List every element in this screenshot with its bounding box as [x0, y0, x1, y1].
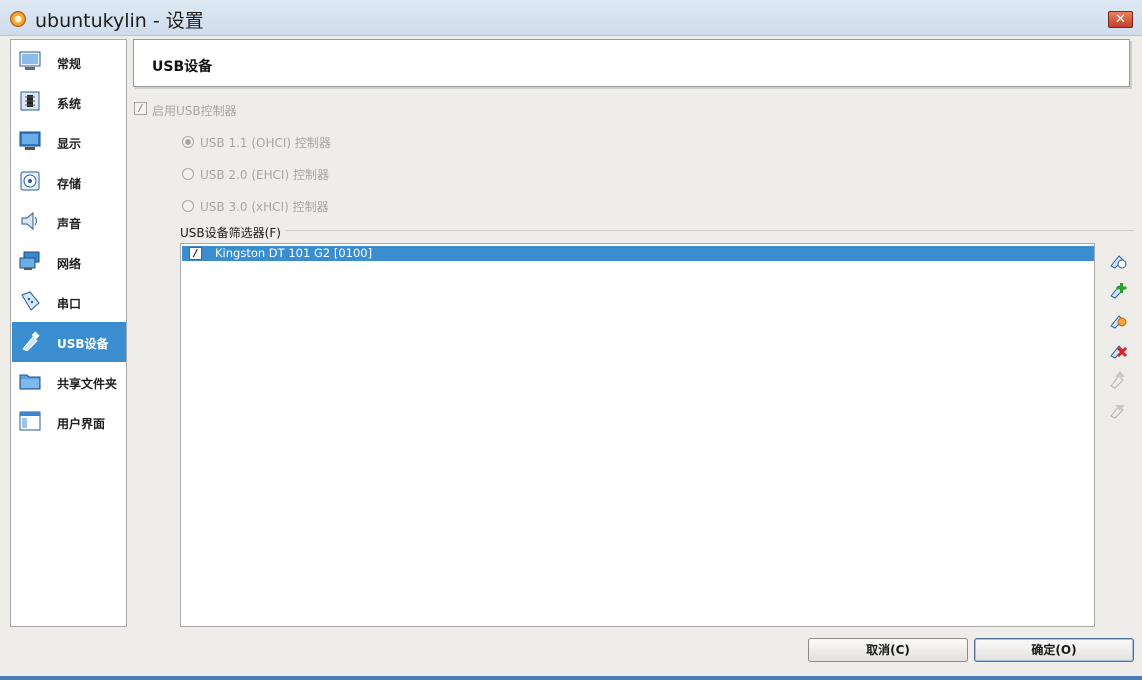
usb-icon [22, 331, 40, 351]
remove-filter-icon[interactable] [1108, 339, 1128, 359]
usb20-radio[interactable] [182, 168, 194, 180]
move-down-icon[interactable] [1108, 399, 1128, 419]
usb-filters-legend: USB设备筛选器(F) [180, 226, 281, 240]
nav-label: 存储 [57, 177, 82, 191]
app-icon [10, 11, 26, 27]
window-title: ubuntukylin - 设置 [35, 10, 204, 32]
window-icon [19, 411, 41, 431]
settings-nav: 常规 系统 显示 存储 声音 网络 串口 USB设备 共享文件夹 用户界面 [10, 39, 127, 627]
page-header: USB设备 [133, 39, 1130, 87]
usb-filter-list[interactable]: / Kingston DT 101 G2 [0100] [180, 243, 1095, 627]
close-button[interactable]: ✕ [1108, 11, 1133, 28]
window-bottom-border [0, 676, 1142, 680]
speaker-icon [21, 211, 37, 231]
add-device-filter-icon[interactable] [1108, 279, 1128, 299]
serial-port-icon [21, 291, 40, 311]
title-bar: ubuntukylin - 设置 ✕ [0, 0, 1142, 36]
filter-enabled-checkbox[interactable]: / [189, 247, 202, 260]
nav-label: 常规 [57, 57, 82, 71]
usb30-label: USB 3.0 (xHCI) 控制器 [200, 200, 329, 214]
nav-item-user-interface[interactable]: 用户界面 [12, 402, 126, 442]
chip-icon [20, 91, 40, 111]
cancel-button[interactable]: 取消(C) [808, 638, 968, 662]
nav-item-audio[interactable]: 声音 [12, 202, 126, 242]
usb-filter-row[interactable]: / Kingston DT 101 G2 [0100] [182, 246, 1094, 261]
disk-icon [20, 171, 40, 191]
page-title: USB设备 [152, 59, 213, 75]
nav-item-network[interactable]: 网络 [12, 242, 126, 282]
display-icon [19, 131, 41, 150]
folder-icon [19, 374, 41, 390]
ok-button[interactable]: 确定(O) [974, 638, 1134, 662]
enable-usb-checkbox[interactable]: / [134, 102, 147, 115]
nav-label: 系统 [57, 97, 82, 111]
nav-label: 共享文件夹 [57, 377, 118, 391]
nav-label: 声音 [57, 217, 82, 231]
nav-label: USB设备 [57, 337, 109, 351]
usb11-label: USB 1.1 (OHCI) 控制器 [200, 136, 331, 150]
usb20-label: USB 2.0 (EHCI) 控制器 [200, 168, 330, 182]
nav-item-usb[interactable]: USB设备 [12, 322, 126, 362]
nav-item-storage[interactable]: 存储 [12, 162, 126, 202]
general-monitor-icon [19, 51, 41, 70]
edit-filter-icon[interactable] [1108, 309, 1128, 329]
nav-item-general[interactable]: 常规 [12, 42, 126, 82]
add-empty-filter-icon[interactable] [1108, 249, 1128, 269]
nav-label: 串口 [57, 297, 82, 311]
filter-row-label: Kingston DT 101 G2 [0100] [215, 246, 373, 260]
usb11-radio[interactable] [182, 136, 194, 148]
nav-label: 用户界面 [57, 417, 106, 431]
enable-usb-label: 启用USB控制器 [152, 104, 237, 118]
nav-item-serial-port[interactable]: 串口 [12, 282, 126, 322]
nav-item-display[interactable]: 显示 [12, 122, 126, 162]
nav-item-shared-folders[interactable]: 共享文件夹 [12, 362, 126, 402]
usb30-radio[interactable] [182, 200, 194, 212]
nav-label: 显示 [57, 137, 82, 151]
network-icon [19, 251, 40, 270]
move-up-icon[interactable] [1108, 369, 1128, 389]
group-divider [286, 230, 1134, 231]
nav-label: 网络 [57, 257, 82, 271]
nav-item-system[interactable]: 系统 [12, 82, 126, 122]
